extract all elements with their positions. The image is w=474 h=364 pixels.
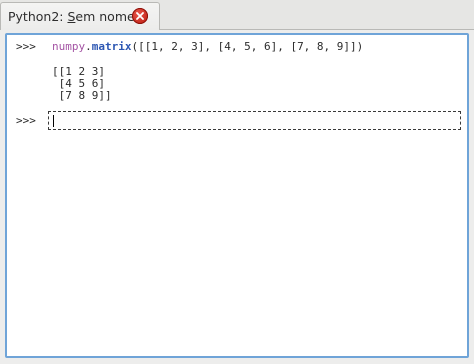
history-command: numpy.matrix([[1, 2, 3], [4, 5, 6], [7, … bbox=[52, 41, 363, 53]
tab-bar: Python2: Sem nome bbox=[0, 0, 474, 30]
console-area[interactable]: >>> numpy.matrix([[1, 2, 3], [4, 5, 6], … bbox=[5, 33, 469, 358]
interpreter-window: Python2: Sem nome >>> numpy.matrix([[1, … bbox=[0, 0, 474, 364]
command-function: matrix bbox=[91, 40, 132, 53]
command-args: ([[1, 2, 3], [4, 5, 6], [7, 8, 9]]) bbox=[131, 40, 364, 53]
tab-bar-divider bbox=[159, 29, 474, 30]
history-prompt: >>> bbox=[16, 40, 36, 53]
command-input[interactable] bbox=[48, 111, 461, 130]
tab-python2-sem-nome[interactable]: Python2: Sem nome bbox=[0, 2, 160, 30]
tab-label: Python2: Sem nome bbox=[8, 9, 135, 24]
input-prompt: >>> bbox=[16, 114, 36, 127]
close-icon[interactable] bbox=[132, 8, 148, 24]
command-dot: . bbox=[85, 40, 92, 53]
output-line-3: [7 8 9]] bbox=[52, 89, 112, 102]
text-caret bbox=[53, 115, 54, 127]
command-module: numpy bbox=[52, 40, 86, 53]
